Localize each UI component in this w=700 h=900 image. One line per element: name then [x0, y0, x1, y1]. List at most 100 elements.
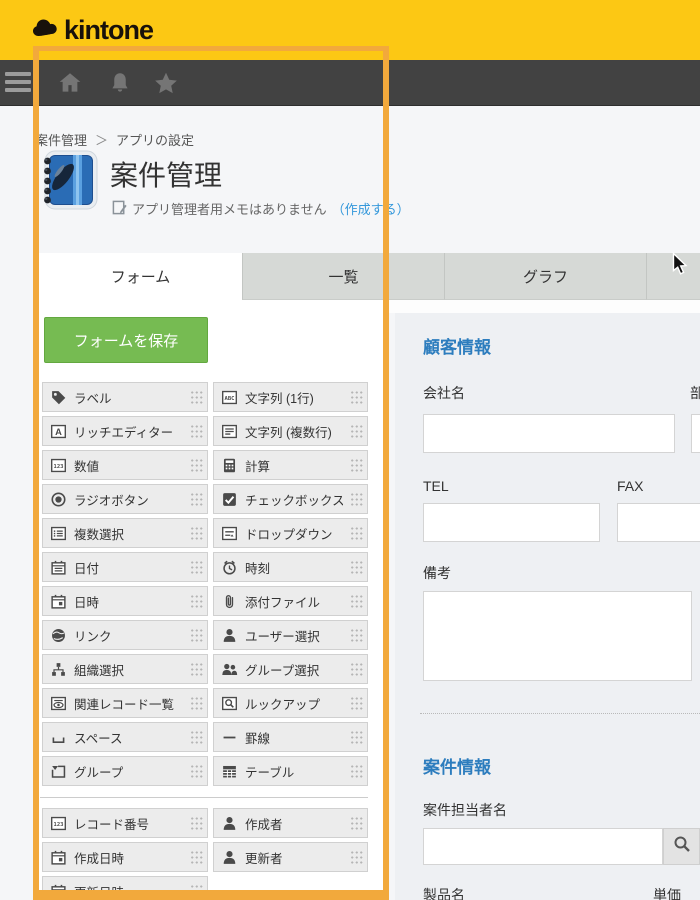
palette-item[interactable]: 組織選択 [42, 654, 208, 684]
drag-handle-icon[interactable] [190, 764, 203, 778]
svg-text:A: A [55, 426, 62, 436]
palette-item[interactable]: A リッチエディター [42, 416, 208, 446]
palette-item[interactable]: グループ [42, 756, 208, 786]
drag-handle-icon[interactable] [190, 492, 203, 506]
breadcrumb: 案件管理＞アプリの設定 [35, 130, 194, 149]
save-form-button[interactable]: フォームを保存 [44, 317, 208, 363]
star-icon[interactable] [153, 70, 179, 96]
breadcrumb-current-page: アプリの設定 [116, 133, 194, 148]
fax-input[interactable] [617, 503, 700, 542]
tab-form[interactable]: フォーム [39, 253, 242, 300]
palette-item[interactable]: 文字列 (複数行) [213, 416, 368, 446]
fax-label: FAX [617, 478, 643, 494]
palette-item[interactable]: 日付 [42, 552, 208, 582]
space-icon [50, 729, 67, 746]
palette-item[interactable]: ドロップダウン [213, 518, 368, 548]
home-icon[interactable] [57, 70, 83, 96]
palette-item[interactable]: 作成日時 [42, 842, 208, 872]
drag-handle-icon[interactable] [190, 730, 203, 744]
palette-item[interactable]: ラジオボタン [42, 484, 208, 514]
palette-item[interactable]: リンク [42, 620, 208, 650]
palette-item[interactable]: 計算 [213, 450, 368, 480]
drag-handle-icon[interactable] [350, 696, 363, 710]
palette-item[interactable]: 更新者 [213, 842, 368, 872]
case-contact-input[interactable] [423, 828, 663, 865]
palette-item[interactable]: ラベル [42, 382, 208, 412]
palette-item[interactable]: チェックボックス [213, 484, 368, 514]
create-memo-link[interactable]: （作成する） [332, 199, 410, 218]
date-icon [50, 559, 67, 576]
tab-extra[interactable] [646, 253, 700, 300]
drag-handle-icon[interactable] [190, 390, 203, 404]
drag-handle-icon[interactable] [190, 458, 203, 472]
drag-handle-icon[interactable] [350, 850, 363, 864]
tel-input[interactable] [423, 503, 600, 542]
palette-item[interactable]: 作成者 [213, 808, 368, 838]
drag-handle-icon[interactable] [190, 696, 203, 710]
bell-icon[interactable] [107, 70, 133, 96]
drag-handle-icon[interactable] [190, 850, 203, 864]
drag-handle-icon[interactable] [350, 526, 363, 540]
remarks-label: 備考 [423, 563, 451, 583]
palette-item[interactable]: ABC文字列 (1行) [213, 382, 368, 412]
palette-item-label: 関連レコード一覧 [74, 694, 183, 713]
palette-item-label: 日時 [74, 592, 183, 611]
drag-handle-icon[interactable] [350, 560, 363, 574]
palette-item-label: リッチエディター [74, 422, 183, 441]
palette-item[interactable]: 123レコード番号 [42, 808, 208, 838]
department-input[interactable] [691, 414, 700, 453]
drag-handle-icon[interactable] [350, 424, 363, 438]
drag-handle-icon[interactable] [350, 764, 363, 778]
company-name-input[interactable] [423, 414, 675, 453]
palette-item[interactable]: テーブル [213, 756, 368, 786]
drag-handle-icon[interactable] [350, 816, 363, 830]
palette-item[interactable]: 更新日時 [42, 876, 208, 900]
palette-item-label: ドロップダウン [245, 524, 343, 543]
user-icon [221, 627, 238, 644]
drag-handle-icon[interactable] [350, 390, 363, 404]
palette-item[interactable]: 123数値 [42, 450, 208, 480]
drag-handle-icon[interactable] [190, 594, 203, 608]
usergroup-icon [221, 661, 238, 678]
palette-item[interactable]: ユーザー選択 [213, 620, 368, 650]
palette-item-label: 更新日時 [74, 882, 183, 900]
palette-item-label: 添付ファイル [245, 592, 343, 611]
drag-handle-icon[interactable] [190, 560, 203, 574]
checkbox-icon [221, 491, 238, 508]
drag-handle-icon[interactable] [190, 424, 203, 438]
palette-item[interactable]: 罫線 [213, 722, 368, 752]
palette-item-label: 日付 [74, 558, 183, 577]
drag-handle-icon[interactable] [350, 492, 363, 506]
text-multi-icon [221, 423, 238, 440]
palette-item[interactable]: スペース [42, 722, 208, 752]
breadcrumb-app-link[interactable]: 案件管理 [35, 133, 87, 148]
palette-item[interactable]: ルックアップ [213, 688, 368, 718]
palette-item-label: グループ選択 [245, 660, 343, 679]
lookup-search-button[interactable] [663, 828, 700, 865]
datetime-icon [50, 883, 67, 900]
palette-item[interactable]: 日時 [42, 586, 208, 616]
palette-item[interactable]: 関連レコード一覧 [42, 688, 208, 718]
palette-item[interactable]: 複数選択 [42, 518, 208, 548]
tab-list[interactable]: 一覧 [242, 253, 444, 300]
drag-handle-icon[interactable] [350, 662, 363, 676]
palette-item[interactable]: グループ選択 [213, 654, 368, 684]
admin-memo-line: アプリ管理者用メモはありません （作成する） [112, 199, 410, 218]
drag-handle-icon[interactable] [190, 816, 203, 830]
drag-handle-icon[interactable] [350, 458, 363, 472]
drag-handle-icon[interactable] [190, 662, 203, 676]
palette-item[interactable]: 添付ファイル [213, 586, 368, 616]
hamburger-menu-icon[interactable] [5, 68, 31, 98]
drag-handle-icon[interactable] [190, 526, 203, 540]
palette-item[interactable]: 時刻 [213, 552, 368, 582]
tab-graph[interactable]: グラフ [444, 253, 646, 300]
drag-handle-icon[interactable] [350, 594, 363, 608]
drag-handle-icon[interactable] [190, 884, 203, 898]
remarks-textarea[interactable] [423, 591, 692, 681]
drag-handle-icon[interactable] [190, 628, 203, 642]
hr-icon [221, 729, 238, 746]
kintone-logo[interactable]: kintone [30, 15, 153, 46]
drag-handle-icon[interactable] [350, 628, 363, 642]
global-nav-bar [0, 60, 700, 106]
drag-handle-icon[interactable] [350, 730, 363, 744]
